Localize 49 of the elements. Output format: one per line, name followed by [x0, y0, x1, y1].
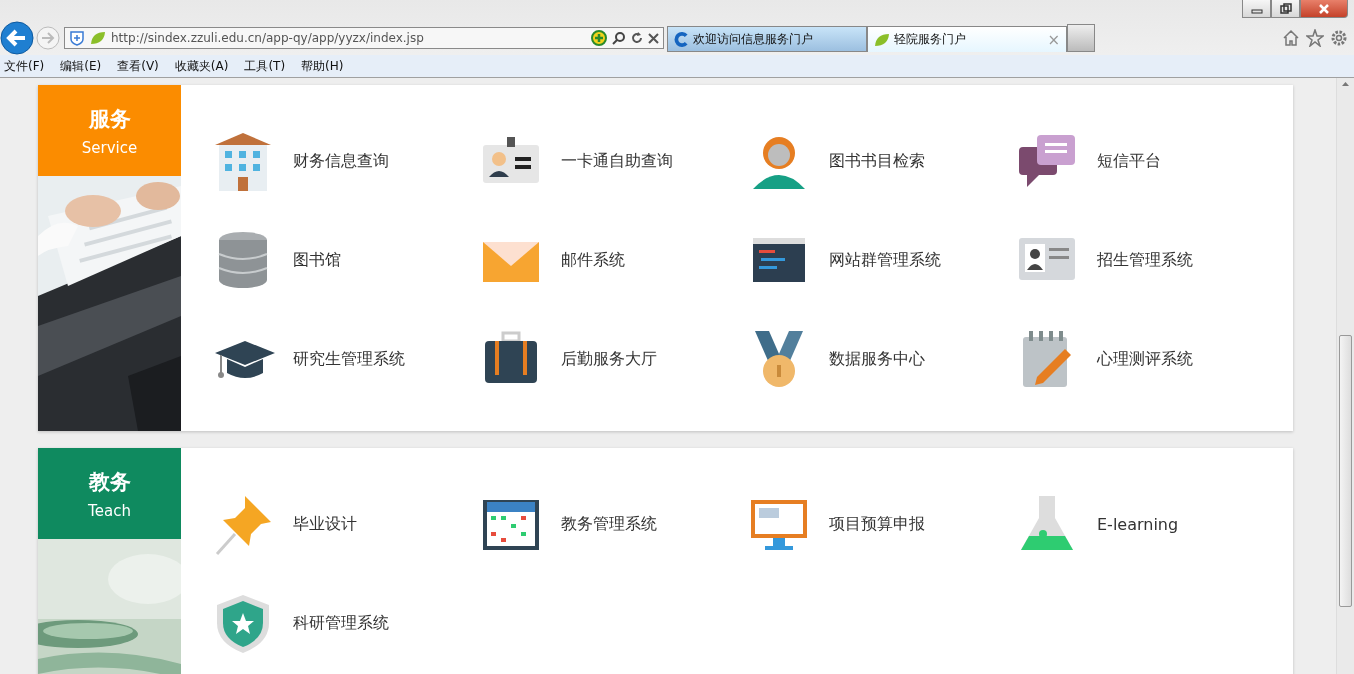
scrollbar[interactable]: [1336, 78, 1354, 674]
app-link[interactable]: 图书书目检索: [749, 112, 1017, 211]
menu-item[interactable]: 收藏夹(A): [174, 57, 229, 75]
app-link[interactable]: 毕业设计: [213, 475, 481, 574]
section-subtitle: Service: [81, 138, 138, 157]
app-link[interactable]: 短信平台: [1017, 112, 1285, 211]
leaf-icon: [90, 31, 106, 45]
browser-tab[interactable]: 欢迎访问信息服务门户: [667, 26, 867, 52]
section-title: 教务: [88, 468, 131, 496]
menu-item[interactable]: 文件(F): [4, 57, 45, 75]
app-link[interactable]: 一卡通自助查询: [481, 112, 749, 211]
app-link[interactable]: 图书馆: [213, 211, 481, 310]
home-icon[interactable]: [1282, 29, 1300, 47]
app-link[interactable]: 科研管理系统: [213, 574, 481, 673]
app-link[interactable]: 招生管理系统: [1017, 211, 1285, 310]
c-logo-icon: [674, 31, 689, 47]
section-subtitle: Teach: [88, 501, 131, 520]
menu-item[interactable]: 编辑(E): [60, 57, 102, 75]
plus-icon[interactable]: [591, 30, 607, 46]
leaf-icon: [874, 32, 890, 47]
browser-tab[interactable]: 轻院服务门户 ×: [867, 26, 1067, 52]
app-link[interactable]: E-learning: [1017, 475, 1285, 574]
app-link[interactable]: 邮件系统: [481, 211, 749, 310]
new-tab-button[interactable]: [1067, 24, 1095, 52]
app-link[interactable]: 后勤服务大厅: [481, 310, 749, 409]
app-link[interactable]: 数据服务中心: [749, 310, 1017, 409]
menu-item[interactable]: 帮助(H): [301, 57, 344, 75]
settings-icon[interactable]: [1330, 29, 1348, 47]
menu-item[interactable]: 查看(V): [117, 57, 159, 75]
section-title: 服务: [88, 105, 131, 133]
close-icon: [1318, 2, 1330, 15]
search-icon[interactable]: [612, 31, 626, 45]
menu-item[interactable]: 工具(T): [244, 57, 286, 75]
app-link[interactable]: 研究生管理系统: [213, 310, 481, 409]
app-link[interactable]: 财务信息查询: [213, 112, 481, 211]
star-icon[interactable]: [1306, 29, 1324, 47]
restore-button[interactable]: [1271, 0, 1300, 18]
shield-icon: [69, 30, 85, 46]
app-link[interactable]: 网站群管理系统: [749, 211, 1017, 310]
app-link[interactable]: 心理测评系统: [1017, 310, 1285, 409]
close-button[interactable]: [1300, 0, 1348, 18]
restore-icon: [1279, 2, 1292, 15]
app-link[interactable]: 教务管理系统: [481, 475, 749, 574]
refresh-icon[interactable]: [631, 32, 643, 44]
back-button[interactable]: [0, 21, 34, 55]
address-bar[interactable]: http://sindex.zzuli.edu.cn/app-qy/app/yyzx/index.jsp: [64, 27, 664, 49]
stop-icon[interactable]: [648, 32, 659, 44]
app-link[interactable]: 项目预算申报: [749, 475, 1017, 574]
url-text: http://sindex.zzuli.edu.cn/app-qy/app/yyzx/index.jsp: [111, 31, 425, 45]
